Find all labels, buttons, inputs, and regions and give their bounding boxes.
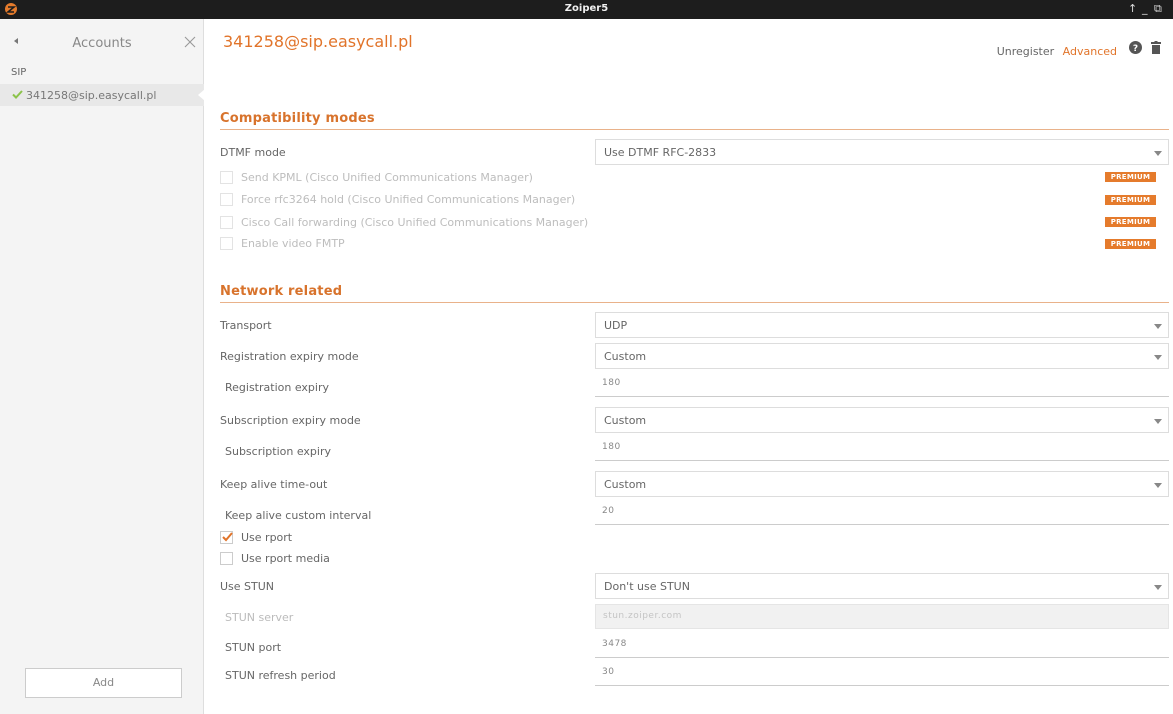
subscription-expiry-label: Subscription expiry (225, 445, 331, 458)
registration-expiry-mode-label: Registration expiry mode (220, 350, 359, 363)
title-bar: Zoiper5 ↑ _ ⧉ (0, 0, 1173, 19)
close-icon[interactable] (183, 35, 197, 49)
restore-icon[interactable]: ⧉ (1154, 2, 1162, 16)
select-value: Don't use STUN (604, 580, 690, 593)
use-stun-label: Use STUN (220, 580, 275, 593)
subscription-expiry-mode-label: Subscription expiry mode (220, 414, 361, 427)
keep-alive-timeout-label: Keep alive time-out (220, 478, 328, 491)
input-value: 20 (602, 506, 615, 516)
chevron-down-icon (1154, 324, 1162, 329)
sidebar: Accounts SIP 341258@sip.easycall.pl Add (0, 19, 205, 714)
select-value: Use DTMF RFC-2833 (604, 146, 717, 159)
checkbox-label: Send KPML (Cisco Unified Communications … (241, 171, 533, 184)
checkbox-label: Use rport (241, 531, 293, 544)
stun-refresh-period-label: STUN refresh period (225, 669, 336, 682)
chevron-down-icon (1154, 355, 1162, 360)
checkbox-label: Enable video FMTP (241, 237, 345, 250)
transport-select[interactable]: UDP (595, 312, 1169, 338)
page-title: 341258@sip.easycall.pl (223, 32, 413, 51)
input-value: 180 (602, 378, 621, 388)
input-value: 3478 (602, 639, 627, 649)
select-value: Custom (604, 478, 647, 491)
stun-refresh-period-input[interactable]: 30 (595, 661, 1169, 686)
dtmf-mode-label: DTMF mode (220, 146, 286, 159)
sidebar-item-label: 341258@sip.easycall.pl (26, 89, 157, 102)
input-value: 180 (602, 442, 621, 452)
minimize-icon[interactable]: _ (1142, 2, 1148, 16)
keep-alive-interval-input[interactable]: 20 (595, 500, 1169, 525)
trash-icon[interactable] (1151, 41, 1161, 54)
sidebar-title: Accounts (72, 36, 132, 51)
advanced-link[interactable]: Advanced (1063, 45, 1117, 58)
checkbox-label: Use rport media (241, 552, 330, 565)
input-value: stun.zoiper.com (603, 611, 682, 621)
subscription-expiry-mode-select[interactable]: Custom (595, 407, 1169, 433)
input-value: 30 (602, 667, 615, 677)
premium-badge: PREMIUM (1105, 172, 1156, 182)
registration-expiry-label: Registration expiry (225, 381, 329, 394)
select-value: Custom (604, 350, 647, 363)
checkbox-checked[interactable] (220, 531, 233, 544)
checkbox-label: Cisco Call forwarding (Cisco Unified Com… (241, 216, 589, 229)
section-title-network: Network related (220, 284, 343, 299)
registered-check-icon (12, 90, 23, 99)
checkbox[interactable] (220, 193, 233, 206)
keep-on-top-icon[interactable]: ↑ (1128, 2, 1137, 16)
keep-alive-interval-label: Keep alive custom interval (225, 509, 372, 522)
premium-badge: PREMIUM (1105, 195, 1156, 205)
sidebar-header: Accounts (0, 19, 204, 61)
add-account-button[interactable]: Add (25, 668, 182, 698)
selection-notch (198, 89, 205, 101)
dtmf-mode-select[interactable]: Use DTMF RFC-2833 (595, 139, 1169, 165)
checkbox-label: Force rfc3264 hold (Cisco Unified Commun… (241, 193, 576, 206)
unregister-link[interactable]: Unregister (997, 45, 1054, 58)
stun-server-label: STUN server (225, 611, 294, 624)
select-value: Custom (604, 414, 647, 427)
account-settings-panel: 341258@sip.easycall.pl Unregister Advanc… (205, 19, 1173, 714)
registration-expiry-input[interactable]: 180 (595, 372, 1169, 397)
section-divider (220, 302, 1169, 303)
premium-badge: PREMIUM (1105, 217, 1156, 227)
subscription-expiry-input[interactable]: 180 (595, 436, 1169, 461)
section-divider (220, 129, 1169, 130)
checkbox[interactable] (220, 216, 233, 229)
stun-port-label: STUN port (225, 641, 282, 654)
registration-expiry-mode-select[interactable]: Custom (595, 343, 1169, 369)
window-title: Zoiper5 (564, 3, 609, 14)
stun-server-input[interactable]: stun.zoiper.com (595, 604, 1169, 629)
chevron-down-icon (1154, 585, 1162, 590)
chevron-down-icon (1154, 483, 1162, 488)
keep-alive-timeout-select[interactable]: Custom (595, 471, 1169, 497)
sidebar-section-sip: SIP (11, 67, 27, 78)
checkbox[interactable] (220, 171, 233, 184)
select-value: UDP (604, 319, 628, 332)
sidebar-item-account[interactable]: 341258@sip.easycall.pl (0, 84, 205, 106)
section-title-compatibility: Compatibility modes (220, 111, 375, 126)
stun-port-input[interactable]: 3478 (595, 633, 1169, 658)
help-icon[interactable]: ? (1128, 41, 1142, 54)
svg-text:?: ? (1132, 44, 1137, 54)
chevron-down-icon (1154, 151, 1162, 156)
checkbox[interactable] (220, 237, 233, 250)
checkbox[interactable] (220, 552, 233, 565)
account-actions: Unregister Advanced ? (997, 41, 1161, 58)
transport-label: Transport (220, 319, 272, 332)
premium-badge: PREMIUM (1105, 239, 1156, 249)
check-icon (222, 532, 233, 542)
use-stun-select[interactable]: Don't use STUN (595, 573, 1169, 599)
chevron-down-icon (1154, 419, 1162, 424)
